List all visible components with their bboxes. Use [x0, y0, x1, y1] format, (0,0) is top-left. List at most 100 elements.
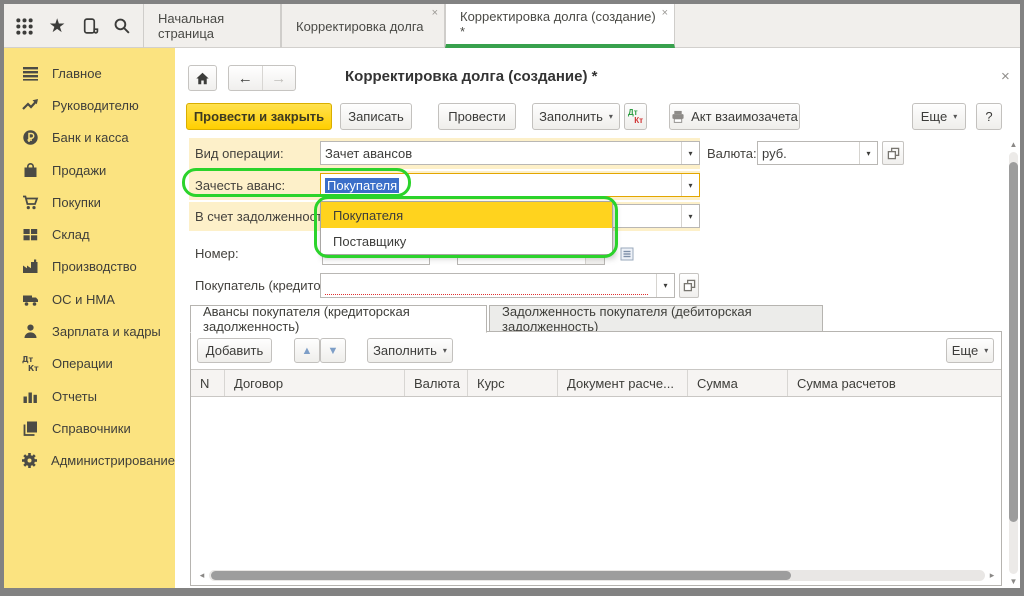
- sidebar-item-label: Руководителю: [52, 98, 139, 113]
- home-button[interactable]: [188, 65, 217, 91]
- dropdown-option-supplier[interactable]: Поставщику: [321, 228, 612, 254]
- table-fill-label: Заполнить: [373, 343, 437, 358]
- vertical-scroll-thumb[interactable]: [1009, 162, 1018, 522]
- currency-open-button[interactable]: [882, 141, 904, 165]
- sidebar-item-os-nma[interactable]: ОС и НМА: [4, 283, 175, 315]
- sidebar-item-glavnoe[interactable]: Главное: [4, 57, 175, 89]
- chevron-down-icon[interactable]: ▾: [681, 205, 699, 227]
- sidebar-item-sklad[interactable]: Склад: [4, 218, 175, 250]
- move-up-button[interactable]: ▲: [294, 338, 320, 363]
- top-bar: ★ Начальная страница Корректировка долга…: [4, 4, 1020, 48]
- table-panel: Добавить ▲ ▼ Заполнить▾ Еще▾ N Договор В…: [190, 331, 1002, 586]
- more-button[interactable]: Еще▾: [912, 103, 966, 130]
- page-title: Корректировка долга (создание) *: [345, 68, 597, 85]
- fill-button[interactable]: Заполнить ▾: [532, 103, 620, 130]
- currency-label: Валюта:: [707, 146, 757, 161]
- sidebar-item-label: Производство: [52, 259, 137, 274]
- debt-label: В счет задолженности:: [195, 209, 333, 224]
- column-header-summa-raschetov[interactable]: Сумма расчетов: [788, 370, 1001, 396]
- buyer-select[interactable]: ▾: [320, 273, 675, 298]
- dropdown-option-buyer[interactable]: Покупателя: [321, 202, 612, 228]
- scroll-left-icon[interactable]: ◂: [195, 570, 209, 581]
- gear-icon: [21, 452, 38, 470]
- offset-act-button[interactable]: Акт взаимозачета: [669, 103, 800, 130]
- chevron-down-icon[interactable]: ▾: [681, 174, 699, 196]
- search-icon[interactable]: [110, 14, 134, 38]
- chevron-down-icon[interactable]: ▾: [859, 142, 877, 164]
- sidebar-item-label: Отчеты: [52, 389, 97, 404]
- table-more-button[interactable]: Еще▾: [946, 338, 994, 363]
- horizontal-scroll-track[interactable]: [209, 570, 985, 581]
- tab-debt-correction-new[interactable]: Корректировка долга (создание) * ×: [445, 4, 675, 48]
- dt-kt-postings-button[interactable]: Дт Кт: [624, 103, 647, 130]
- trend-chart-icon: [21, 96, 39, 114]
- sidebar-item-label: Продажи: [52, 163, 106, 178]
- sidebar-item-label: ОС и НМА: [52, 292, 115, 307]
- sidebar-item-prodazhi[interactable]: Продажи: [4, 154, 175, 186]
- save-button[interactable]: Записать: [340, 103, 412, 130]
- column-header-kurs[interactable]: Курс: [468, 370, 558, 396]
- table-header: N Договор Валюта Курс Документ расче... …: [191, 369, 1001, 397]
- truck-icon: [21, 290, 39, 308]
- set-number-icon[interactable]: [620, 247, 634, 264]
- back-button[interactable]: ←: [229, 66, 263, 90]
- help-button[interactable]: ?: [976, 103, 1002, 130]
- column-header-n[interactable]: N: [191, 370, 225, 396]
- chevron-down-icon[interactable]: ▾: [681, 142, 699, 164]
- scroll-down-icon[interactable]: ▼: [1008, 577, 1019, 586]
- operation-type-select[interactable]: Зачет авансов ▾: [320, 141, 700, 165]
- sidebar-item-label: Справочники: [52, 421, 131, 436]
- forward-button[interactable]: →: [263, 66, 296, 90]
- sidebar-item-operacii[interactable]: ДтКт Операции: [4, 348, 175, 380]
- post-and-close-button[interactable]: Провести и закрыть: [186, 103, 332, 130]
- favorites-star-icon[interactable]: ★: [45, 14, 69, 38]
- move-down-button[interactable]: ▼: [320, 338, 346, 363]
- post-button[interactable]: Провести: [438, 103, 516, 130]
- buyer-label: Покупатель (кредитор):: [195, 278, 336, 293]
- apps-grid-icon[interactable]: [13, 14, 37, 38]
- offset-act-label: Акт взаимозачета: [691, 109, 798, 124]
- table-fill-button[interactable]: Заполнить▾: [367, 338, 453, 363]
- add-row-button[interactable]: Добавить: [197, 338, 272, 363]
- column-header-dogovor[interactable]: Договор: [225, 370, 405, 396]
- sidebar-item-label: Банк и касса: [52, 130, 129, 145]
- close-icon[interactable]: ×: [662, 8, 668, 19]
- advance-select[interactable]: Покупателя ▾: [320, 173, 700, 197]
- buyer-open-button[interactable]: [679, 273, 699, 298]
- fill-label: Заполнить: [539, 109, 603, 124]
- form-close-icon[interactable]: ×: [1001, 68, 1010, 85]
- chevron-down-icon[interactable]: ▾: [656, 274, 674, 297]
- sidebar-item-pokupki[interactable]: Покупки: [4, 186, 175, 218]
- sidebar-item-otchety[interactable]: Отчеты: [4, 380, 175, 412]
- column-header-valuta[interactable]: Валюта: [405, 370, 468, 396]
- column-header-summa[interactable]: Сумма: [688, 370, 788, 396]
- sidebar-item-bank-kassa[interactable]: Банк и касса: [4, 122, 175, 154]
- bar-chart-icon: [21, 387, 39, 405]
- tab-home[interactable]: Начальная страница: [143, 4, 281, 48]
- horizontal-scroll-thumb[interactable]: [211, 571, 791, 580]
- table-toolbar: Добавить ▲ ▼ Заполнить▾ Еще▾: [191, 332, 1001, 369]
- operation-type-value: Зачет авансов: [321, 146, 681, 161]
- tab-buyer-debt[interactable]: Задолженность покупателя (дебиторская за…: [489, 305, 823, 332]
- tab-buyer-advances[interactable]: Авансы покупателя (кредиторская задолжен…: [190, 305, 487, 333]
- operation-type-label: Вид операции:: [195, 146, 284, 161]
- form-area: ← → Корректировка долга (создание) * × П…: [175, 48, 1020, 588]
- sidebar-item-rukovoditelyu[interactable]: Руководителю: [4, 89, 175, 121]
- sidebar-item-spravochniki[interactable]: Справочники: [4, 412, 175, 444]
- chevron-down-icon: ▾: [609, 112, 613, 121]
- column-header-document[interactable]: Документ расче...: [558, 370, 688, 396]
- open-form-icon: [887, 147, 900, 160]
- tab-debt-correction[interactable]: Корректировка долга ×: [281, 4, 445, 48]
- table-more-label: Еще: [952, 343, 978, 358]
- scroll-right-icon[interactable]: ▸: [985, 570, 999, 581]
- sidebar-item-zarplata-kadry[interactable]: Зарплата и кадры: [4, 315, 175, 347]
- sidebar: Главное Руководителю Банк и касса Продаж…: [4, 48, 175, 588]
- sidebar-item-administrirovanie[interactable]: Администрирование: [4, 445, 175, 477]
- close-icon[interactable]: ×: [432, 8, 438, 19]
- currency-select[interactable]: руб. ▾: [757, 141, 878, 165]
- scroll-up-icon[interactable]: ▲: [1008, 140, 1019, 149]
- sidebar-item-proizvodstvo[interactable]: Производство: [4, 251, 175, 283]
- currency-value: руб.: [758, 146, 859, 161]
- history-icon[interactable]: [78, 14, 102, 38]
- app-inner: ★ Начальная страница Корректировка долга…: [4, 4, 1020, 588]
